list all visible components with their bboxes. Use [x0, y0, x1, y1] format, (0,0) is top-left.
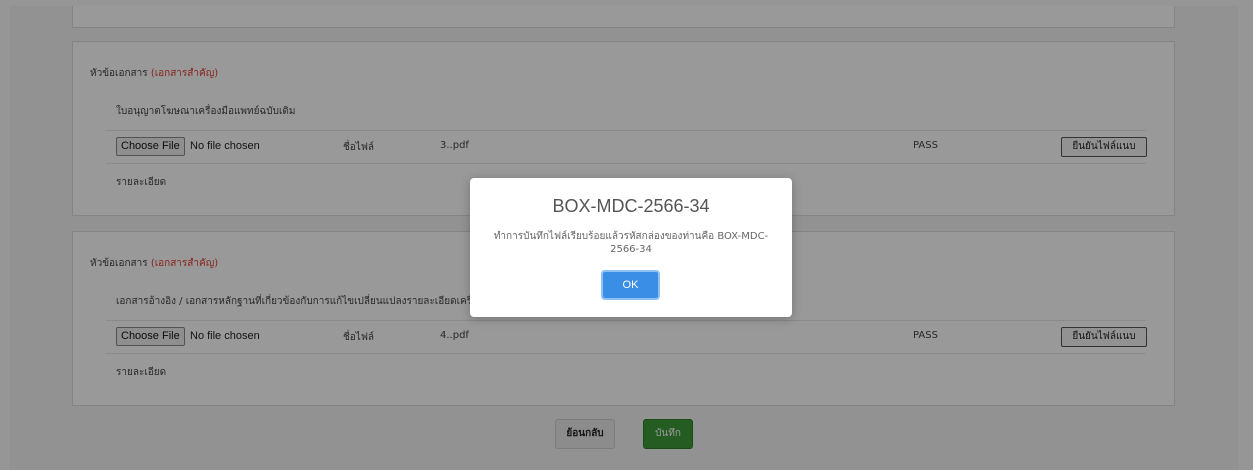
dialog-message: ทำการบันทึกไฟล์เรียบร้อยแล้วรหัสกล่องของ…	[493, 231, 769, 255]
success-dialog: BOX-MDC-2566-34 ทำการบันทึกไฟล์เรียบร้อย…	[470, 178, 792, 317]
dialog-title: BOX-MDC-2566-34	[552, 196, 710, 216]
ok-button[interactable]: OK	[601, 270, 660, 300]
